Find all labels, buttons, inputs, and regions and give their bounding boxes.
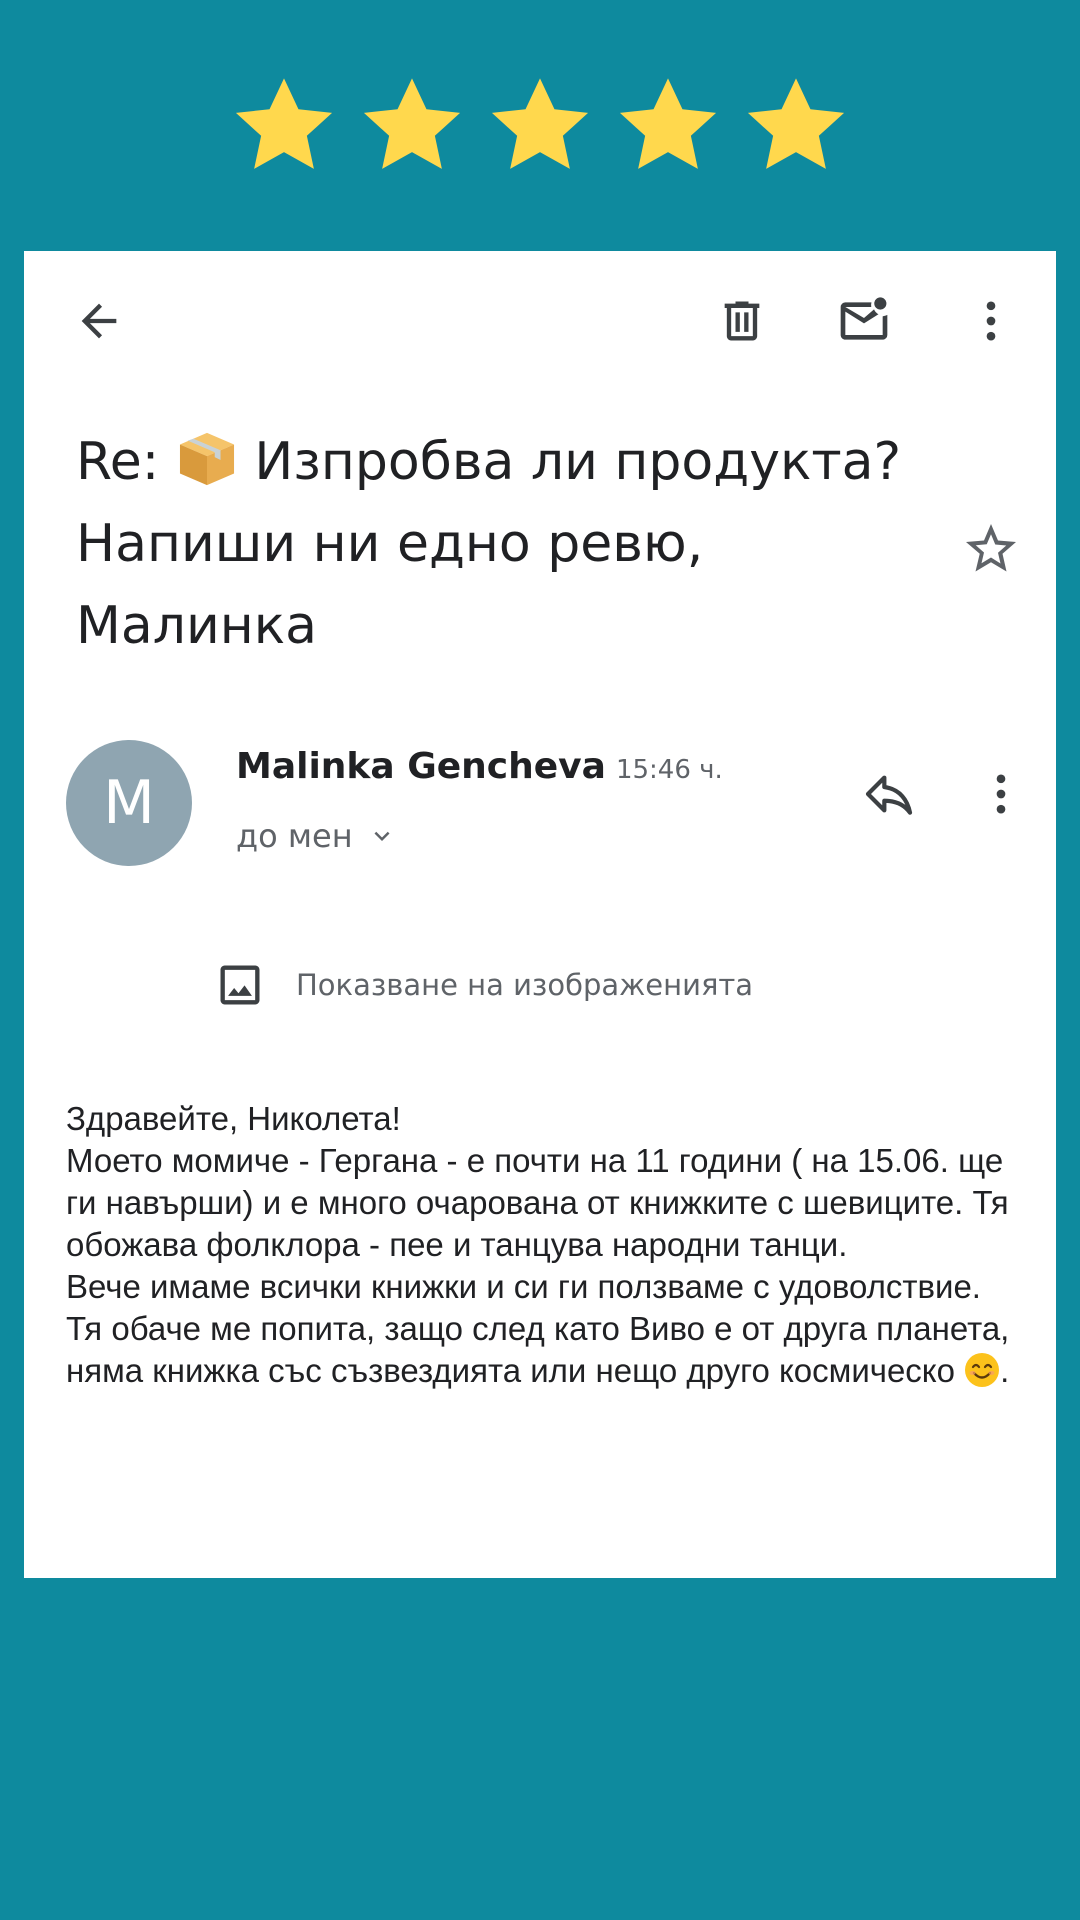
sender-line: Malinka Gencheva 15:46 ч. — [236, 746, 723, 787]
body-paragraph: Моето момиче - Гергана - е почти на 11 г… — [66, 1142, 1009, 1263]
smiling-face-emoji-icon — [965, 1353, 1000, 1387]
package-emoji-icon — [179, 432, 234, 486]
body-paragraph: Вече имаме всички книжки и си ги ползвам… — [66, 1268, 981, 1305]
arrow-left-icon[interactable] — [64, 286, 134, 356]
show-images-label: Показване на изображенията — [296, 968, 754, 1002]
body-paragraph: Тя обаче ме попита, защо след като Виво … — [66, 1308, 1036, 1392]
trash-icon[interactable] — [707, 286, 777, 356]
sender-name: Malinka Gencheva — [236, 746, 606, 787]
recipient-toggle[interactable]: до мен — [236, 817, 397, 855]
body-question: Тя обаче ме попита, защо след като Виво … — [66, 1310, 1010, 1389]
star-icon — [619, 78, 717, 169]
reply-icon[interactable] — [854, 759, 924, 829]
star-outline-icon[interactable] — [961, 519, 1021, 579]
body-period: . — [1000, 1352, 1010, 1389]
email-subject: Re: Изпробва ли продукта? Напиши ни едно… — [76, 421, 956, 667]
recipient-label: до мен — [236, 817, 353, 855]
email-body: Здравейте, Николета! Моето момиче - Герг… — [66, 1098, 1036, 1392]
rating-stars — [0, 70, 1080, 182]
body-greeting: Здравейте, Николета! — [66, 1100, 401, 1137]
show-images-link[interactable]: Показване на изображенията — [214, 959, 753, 1011]
chevron-down-icon — [374, 831, 390, 841]
star-icon — [235, 78, 333, 169]
more-vert-icon[interactable] — [956, 286, 1026, 356]
message-more-icon[interactable] — [966, 759, 1036, 829]
sent-time: 15:46 ч. — [615, 755, 723, 785]
avatar[interactable]: M — [66, 740, 192, 866]
image-icon — [220, 965, 260, 1005]
star-icon — [747, 78, 845, 169]
star-icon — [363, 78, 461, 169]
subject-prefix: Re: — [76, 432, 160, 492]
mail-unread-icon[interactable] — [829, 286, 899, 356]
email-screenshot-card: Re: Изпробва ли продукта? Напиши ни едно… — [24, 251, 1056, 1578]
star-icon — [491, 78, 589, 169]
